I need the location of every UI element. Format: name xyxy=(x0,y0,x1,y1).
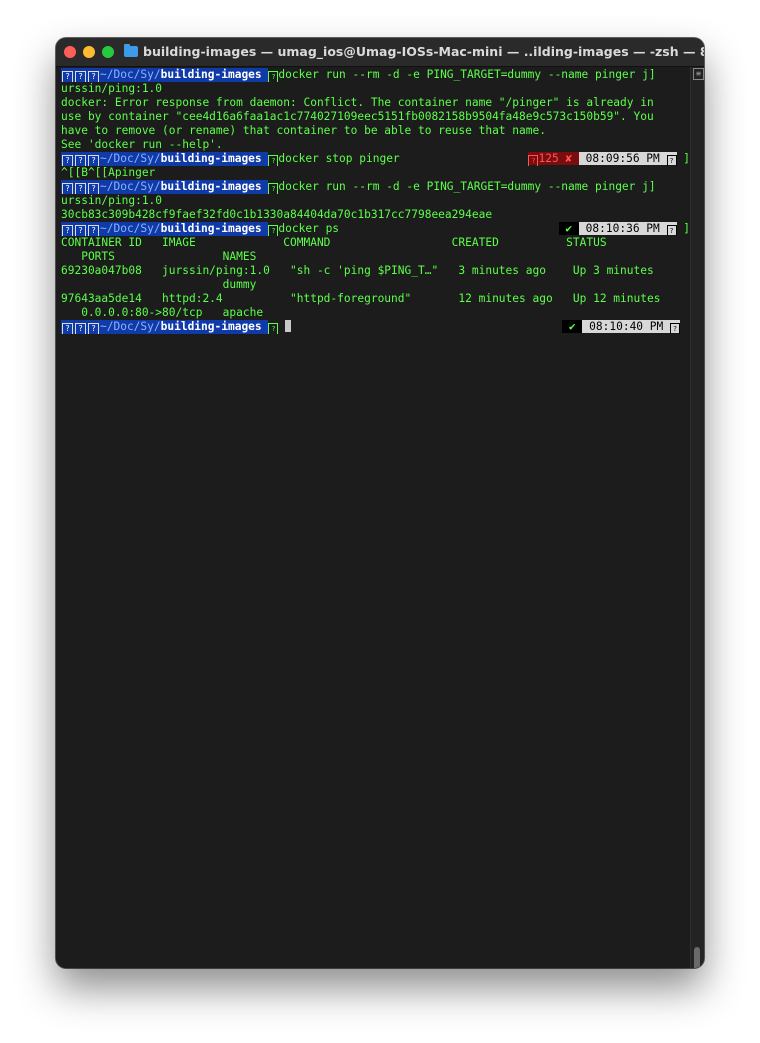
prompt-glyph-icon: ? xyxy=(88,323,99,334)
command-text: docker stop pinger xyxy=(278,152,400,165)
title-bar[interactable]: building-images — umag_ios@Umag-IOSs-Mac… xyxy=(56,38,704,67)
prompt-arrow-icon: ? xyxy=(268,323,279,334)
terminal-line: ??? ~/Doc/Sy/building-images ? ✔ 08:10:40… xyxy=(61,320,690,334)
error-line: have to remove (or rename) that containe… xyxy=(61,124,546,137)
time-text: 08:10:40 PM xyxy=(589,320,664,333)
right-prompt: ? 125 ✘ 08:09:56 PM ? ] xyxy=(528,152,690,166)
prompt-glyph-icon: ? xyxy=(75,183,86,194)
window-title-text: building-images — umag_ios@Umag-IOSs-Mac… xyxy=(143,44,704,59)
prompt-path: ~/Doc/Sy/ xyxy=(100,320,161,333)
command-text: docker ps xyxy=(278,222,340,235)
terminal-line: ??? ~/Doc/Sy/building-images ? docker stop… xyxy=(61,152,690,166)
terminal-line: ??? ~/Doc/Sy/building-images ? docker run … xyxy=(61,180,690,194)
exit-status-badge: ✔ xyxy=(558,222,579,235)
time-badge: 08:10:36 PM ? xyxy=(578,222,677,236)
prompt-segment: ??? ~/Doc/Sy/building-images xyxy=(61,152,269,166)
exit-status-badge: ? 125 ✘ xyxy=(528,152,579,166)
time-text: 08:09:56 PM xyxy=(585,152,660,165)
prompt-path: ~/Doc/Sy/ xyxy=(100,68,161,81)
terminal-line: ??? ~/Doc/Sy/building-images ? docker ps ✔… xyxy=(61,222,690,236)
text-cursor[interactable] xyxy=(285,320,292,332)
clock-icon: ? xyxy=(666,155,677,166)
close-button[interactable] xyxy=(64,46,76,58)
status-glyph-icon: ? xyxy=(528,155,539,166)
table-header: CONTAINER ID IMAGE COMMAND CREATED STATU… xyxy=(61,236,607,249)
exit-status-badge: ✔ xyxy=(562,320,583,333)
check-icon: ✔ xyxy=(565,222,573,235)
time-badge: 08:10:40 PM ? xyxy=(582,320,680,334)
table-row: 97643aa5de14 httpd:2.4 "httpd-foreground… xyxy=(61,292,661,305)
table-row: 0.0.0.0:80->80/tcp apache xyxy=(61,306,264,319)
prompt-segment: ??? ~/Doc/Sy/building-images xyxy=(61,180,269,194)
exit-status-text: 125 ✘ xyxy=(538,152,573,165)
command-text: docker run --rm -d -e PING_TARGET=dummy … xyxy=(278,68,656,81)
prompt-arrow-icon: ? xyxy=(268,155,279,166)
prompt-glyph-icon: ? xyxy=(62,183,73,194)
check-icon: ✔ xyxy=(568,320,576,333)
zoom-button[interactable] xyxy=(102,46,114,58)
prompt-segment: ??? ~/Doc/Sy/building-images xyxy=(61,320,269,334)
prompt-glyph-icon: ? xyxy=(75,225,86,236)
right-prompt: ✔ 08:10:36 PM ? ] xyxy=(558,222,690,236)
prompt-glyph-icon: ? xyxy=(62,155,73,166)
right-prompt: ✔ 08:10:40 PM ? xyxy=(562,320,680,334)
prompt-segment: ??? ~/Doc/Sy/building-images xyxy=(61,222,269,236)
table-header: PORTS NAMES xyxy=(61,250,257,263)
prompt-glyph-icon: ? xyxy=(88,155,99,166)
table-row: dummy xyxy=(61,278,257,291)
prompt-dir: building-images xyxy=(160,320,262,333)
prompt-glyph-icon: ? xyxy=(75,323,86,334)
terminal-window: building-images — umag_ios@Umag-IOSs-Mac… xyxy=(56,38,704,968)
time-text: 08:10:36 PM xyxy=(585,222,660,235)
window-title: building-images — umag_ios@Umag-IOSs-Mac… xyxy=(124,44,704,59)
prompt-dir: building-images xyxy=(160,68,262,81)
prompt-glyph-icon: ? xyxy=(62,71,73,82)
table-row: 69230a047b08 jurssin/ping:1.0 "sh -c 'pi… xyxy=(61,264,654,277)
time-badge: 08:09:56 PM ? xyxy=(578,152,677,166)
output-line: ^[[B^[[Apinger xyxy=(61,166,156,179)
scroll-menu-icon[interactable]: ≡ xyxy=(693,68,704,80)
folder-icon xyxy=(124,44,138,57)
prompt-path: ~/Doc/Sy/ xyxy=(100,180,161,193)
prompt-glyph-icon: ? xyxy=(88,183,99,194)
prompt-glyph-icon: ? xyxy=(62,225,73,236)
prompt-arrow-icon: ? xyxy=(268,183,279,194)
command-wrap: urssin/ping:1.0 xyxy=(61,82,163,95)
vertical-scrollbar[interactable]: ≡ xyxy=(690,67,704,968)
terminal-line: ??? ~/Doc/Sy/building-images ? docker run … xyxy=(61,68,690,82)
prompt-glyph-icon: ? xyxy=(88,71,99,82)
error-line: See 'docker run --help'. xyxy=(61,138,223,151)
prompt-arrow-icon: ? xyxy=(268,71,279,82)
minimize-button[interactable] xyxy=(83,46,95,58)
prompt-glyph-icon: ? xyxy=(75,71,86,82)
prompt-glyph-icon: ? xyxy=(75,155,86,166)
container-id-output: 30cb83c309b428cf9faef32fd0c1b1330a84404d… xyxy=(61,208,493,221)
prompt-glyph-icon: ? xyxy=(88,225,99,236)
clock-icon: ? xyxy=(670,323,680,334)
prompt-glyph-icon: ? xyxy=(62,323,73,334)
prompt-dir: building-images xyxy=(160,222,262,235)
command-wrap: urssin/ping:1.0 xyxy=(61,194,163,207)
terminal-output[interactable]: ??? ~/Doc/Sy/building-images ? docker run … xyxy=(61,68,690,334)
prompt-segment: ??? ~/Doc/Sy/building-images xyxy=(61,68,269,82)
prompt-dir: building-images xyxy=(160,180,262,193)
error-line: use by container "cee4d16a6faa1ac1c77402… xyxy=(61,110,654,123)
error-line: docker: Error response from daemon: Conf… xyxy=(61,96,654,109)
prompt-dir: building-images xyxy=(160,152,262,165)
prompt-path: ~/Doc/Sy/ xyxy=(100,222,161,235)
clock-icon: ? xyxy=(666,225,677,236)
command-text: docker run --rm -d -e PING_TARGET=dummy … xyxy=(278,180,656,193)
scroll-thumb[interactable] xyxy=(694,947,700,968)
prompt-path: ~/Doc/Sy/ xyxy=(100,152,161,165)
prompt-arrow-icon: ? xyxy=(268,225,279,236)
